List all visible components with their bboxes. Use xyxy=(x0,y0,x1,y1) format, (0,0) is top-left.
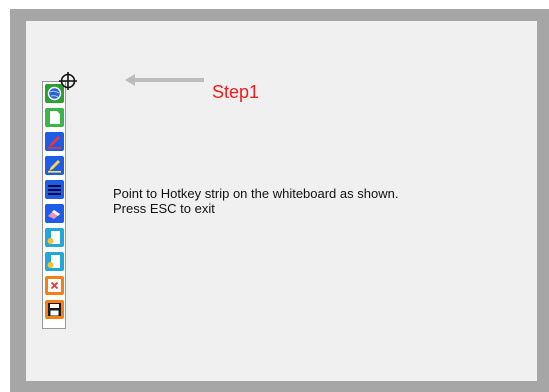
whiteboard-frame-bottom xyxy=(26,381,537,392)
pointer-tool-button[interactable] xyxy=(45,228,64,247)
instruction-text: Point to Hotkey strip on the whiteboard … xyxy=(113,186,398,216)
eraser-tool-button[interactable] xyxy=(45,204,64,223)
line-width-button[interactable] xyxy=(45,180,64,199)
arrow-icon xyxy=(125,74,204,86)
line-width-icon xyxy=(48,185,61,195)
red-pen-icon xyxy=(48,136,61,149)
save-button[interactable] xyxy=(45,300,64,319)
highlighter-tool-button[interactable] xyxy=(45,156,64,175)
step-label: Step1 xyxy=(212,82,260,102)
close-button[interactable] xyxy=(45,276,64,295)
save-icon xyxy=(48,303,61,316)
pointer-tool-button-2[interactable] xyxy=(45,252,64,271)
crosshair-icon xyxy=(59,72,77,90)
pen-tool-button[interactable] xyxy=(45,132,64,151)
eraser-icon xyxy=(48,210,60,219)
pointer-icon xyxy=(47,231,60,244)
pointer-icon xyxy=(47,255,60,268)
close-icon xyxy=(48,279,61,292)
highlighter-icon xyxy=(48,160,61,173)
hotkey-strip xyxy=(42,81,66,329)
new-page-button[interactable] xyxy=(45,108,64,127)
instruction-line-2: Press ESC to exit xyxy=(113,201,215,216)
new-page-icon xyxy=(50,111,60,124)
instruction-line-1: Point to Hotkey strip on the whiteboard … xyxy=(113,186,399,201)
